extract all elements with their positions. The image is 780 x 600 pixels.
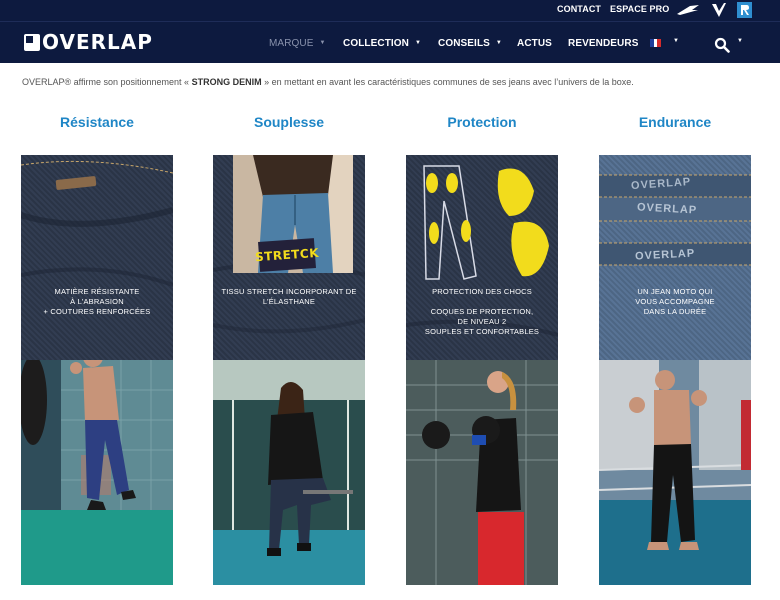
panel-caption: MATIÈRE RÉSISTANTE À L’ABRASION + COUTUR…	[21, 287, 173, 317]
caption-line: DANS LA DURÉE	[643, 307, 707, 316]
caption-line: SOUPLES ET CONFORTABLES	[424, 327, 540, 336]
nav-item-collection[interactable]: COLLECTION ▼	[343, 38, 421, 49]
column-title-resistance: Résistance	[60, 114, 134, 130]
column-title-protection: Protection	[447, 114, 517, 130]
nav-label: ACTUS	[517, 38, 552, 49]
caption-line: À L’ABRASION	[70, 297, 124, 306]
panel-endurance[interactable]: OVERLAP OVERLAP OVERLAP UN JEAN MOTO QUI…	[599, 155, 751, 585]
nav-item-actus[interactable]: ACTUS	[517, 38, 552, 49]
caption-line: MATIÈRE RÉSISTANTE	[54, 287, 140, 296]
column-title-souplesse: Souplesse	[253, 114, 325, 130]
overlap-logo[interactable]: OVERLAP	[24, 31, 153, 53]
chevron-down-icon: ▼	[495, 40, 502, 46]
search-icon[interactable]	[714, 37, 730, 53]
panel-caption: PROTECTION DES CHOCS COQUES DE PROTECTIO…	[406, 287, 558, 337]
main-navigation: OVERLAP MARQUE ▼ COLLECTION ▼ CONSEILS ▼ AC…	[0, 21, 780, 63]
caption-line: DE NIVEAU 2	[457, 317, 507, 326]
column-title-endurance: Endurance	[638, 114, 712, 130]
nav-item-revendeurs[interactable]: REVENDEURS	[568, 38, 638, 49]
caption-line: VOUS ACCOMPAGNE	[635, 297, 715, 306]
intro-strong: STRONG DENIM	[191, 77, 262, 87]
top-utility-bar: CONTACT ESPACE PRO	[0, 0, 780, 21]
brand-r-icon[interactable]	[737, 2, 752, 18]
caption-line: TISSU STRETCH INCORPORANT DE	[221, 287, 357, 296]
boxer-photo-scene	[21, 360, 173, 585]
denim-details	[21, 160, 173, 287]
caption-line: L’ÉLASTHANE	[262, 297, 316, 306]
nav-label: REVENDEURS	[568, 38, 639, 49]
denim-background	[21, 155, 173, 360]
logo-text: OVERLAP	[42, 30, 153, 54]
chevron-down-icon: ▼	[415, 40, 422, 46]
panel-caption: TISSU STRETCH INCORPORANT DE L’ÉLASTHANE	[213, 287, 365, 307]
nav-item-marque[interactable]: MARQUE ▼	[269, 38, 326, 49]
stretch-badge: STRETCK	[255, 238, 319, 272]
chevron-down-icon[interactable]: ▼	[673, 38, 679, 44]
nav-item-conseils[interactable]: CONSEILS ▼	[438, 38, 502, 49]
stretch-badge-label: STRETCK	[254, 245, 320, 265]
caption-line: PROTECTION DES CHOCS	[432, 287, 532, 296]
caption-line	[406, 297, 558, 307]
intro-before: OVERLAP® affirme son positionnement «	[22, 77, 192, 87]
intro-text: OVERLAP® affirme son positionnement « ST…	[22, 77, 634, 87]
espace-pro-link[interactable]: ESPACE PRO	[610, 4, 669, 14]
protection-pads-illustration	[423, 165, 549, 280]
woman-biker-photo-scene	[213, 360, 365, 585]
brand-swoosh-icon[interactable]	[676, 2, 700, 18]
boxer-ring-photo-scene	[599, 360, 751, 585]
female-boxer-photo-scene	[406, 360, 558, 585]
contact-link[interactable]: CONTACT	[557, 4, 601, 14]
caption-line: COQUES DE PROTECTION,	[430, 307, 534, 316]
caption-line: UN JEAN MOTO QUI	[637, 287, 713, 296]
chevron-down-icon[interactable]: ▼	[737, 38, 743, 44]
chevron-down-icon: ▼	[319, 40, 326, 46]
panel-caption: UN JEAN MOTO QUI VOUS ACCOMPAGNE DANS LA…	[599, 287, 751, 317]
nav-label: COLLECTION	[343, 38, 409, 49]
panel-souplesse[interactable]: STRETCK TISSU STRETCH INCORPORANT DE L’É…	[213, 155, 365, 585]
caption-line: + COUTURES RENFORCÉES	[43, 307, 151, 316]
nav-label: CONSEILS	[438, 38, 490, 49]
panel-resistance[interactable]: MATIÈRE RÉSISTANTE À L’ABRASION + COUTUR…	[21, 155, 173, 585]
intro-after: » en mettant en avant les caractéristiqu…	[261, 77, 634, 87]
french-flag-icon[interactable]	[650, 39, 662, 47]
panel-protection[interactable]: PROTECTION DES CHOCS COQUES DE PROTECTIO…	[406, 155, 558, 585]
logo-mark-icon	[24, 33, 40, 51]
brand-v-icon[interactable]	[711, 2, 727, 18]
nav-label: MARQUE	[269, 38, 314, 49]
